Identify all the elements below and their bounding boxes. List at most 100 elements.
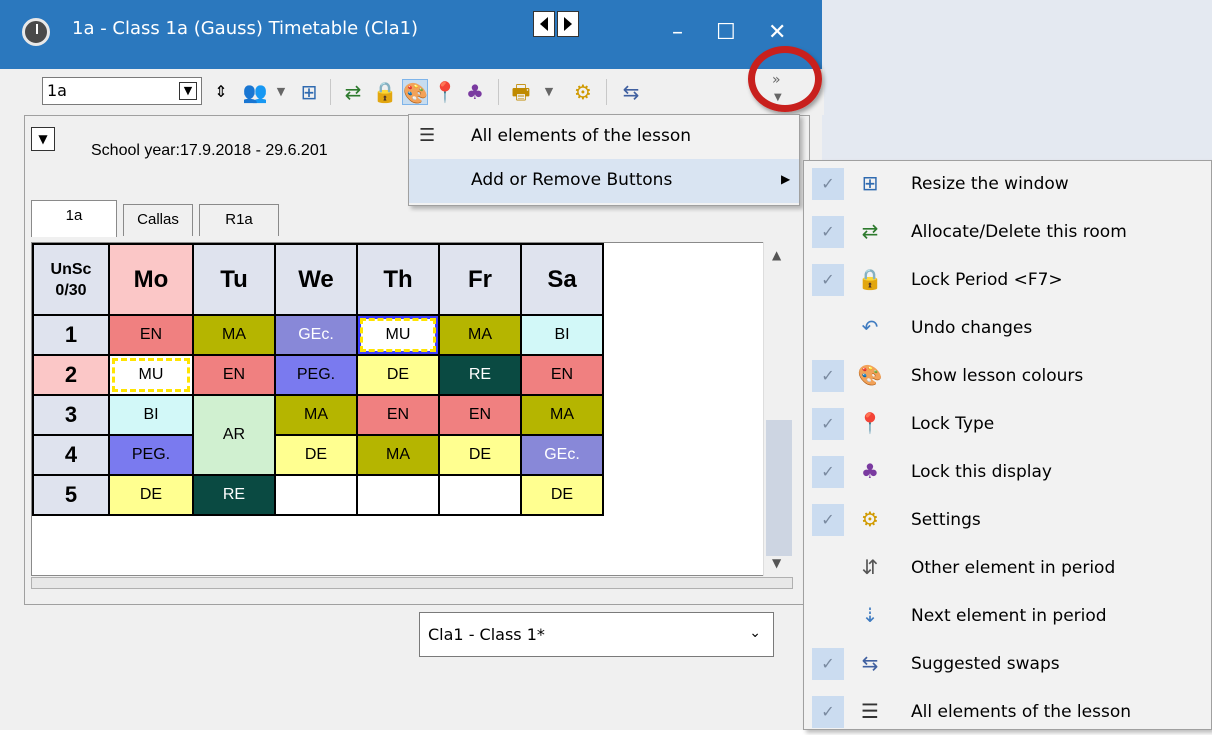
allocate-room-icon[interactable]: ⇄ [340, 79, 366, 105]
submenu-item-resize-the-window[interactable]: ✓ ⊞ Resize the window [804, 161, 1212, 207]
lesson-cell[interactable]: DE [108, 474, 194, 516]
lesson-cell[interactable]: EN [520, 354, 604, 396]
maximize-button[interactable]: ☐ [716, 22, 736, 44]
swap-icon[interactable]: ⇆ [618, 79, 644, 105]
checkmark-icon: ✓ [812, 408, 844, 440]
close-button[interactable]: ✕ [768, 22, 786, 44]
lesson-cell[interactable]: MA [438, 314, 522, 356]
submenu-item-show-lesson-colours[interactable]: ✓ 🎨 Show lesson colours [804, 353, 1212, 399]
lesson-cell[interactable]: EN [192, 354, 276, 396]
submenu-item-lock-period-f7[interactable]: ✓ 🔒 Lock Period <F7> [804, 257, 1212, 303]
palette-icon[interactable]: 🎨 [402, 79, 428, 105]
submenu-item-label: Resize the window [911, 174, 1069, 194]
lesson-cell[interactable]: BI [520, 314, 604, 356]
lesson-cell[interactable]: GEc. [520, 434, 604, 476]
lesson-cell[interactable]: MA [356, 434, 440, 476]
lock-display-icon: ♣ [861, 459, 879, 483]
lesson-cell[interactable]: MA [520, 394, 604, 436]
tab-1a[interactable]: 1a [31, 200, 117, 237]
padlock-icon[interactable]: 🔒 [372, 79, 398, 105]
add-remove-buttons-submenu: ✓ ⊞ Resize the window ✓ ⇄ Allocate/Delete thi… [803, 160, 1212, 730]
tab-r1a[interactable]: R1a [199, 204, 279, 236]
minimize-button[interactable]: – [672, 22, 683, 44]
element-selector-value: Cla1 - Class 1* [428, 625, 545, 644]
submenu-item-next-element-in-period[interactable]: ⇣ Next element in period [804, 593, 1212, 639]
submenu-item-lock-type[interactable]: ✓ 📍 Lock Type [804, 401, 1212, 447]
submenu-item-all-elements-of-the-lesson[interactable]: ✓ ☰ All elements of the lesson [804, 689, 1212, 735]
lesson-cell[interactable]: EN [356, 394, 440, 436]
window-titlebar[interactable]: 1a - Class 1a (Gauss) Timetable (Cla1) –… [0, 0, 822, 69]
lesson-cell[interactable]: DE [520, 474, 604, 516]
tab-callas[interactable]: Callas [123, 204, 193, 236]
lesson-cell[interactable]: PEG. [108, 434, 194, 476]
day-header-fr[interactable]: Fr [438, 243, 522, 316]
dropdown-arrow-icon[interactable]: ▼ [268, 79, 294, 105]
lesson-cell[interactable]: EN [108, 314, 194, 356]
grid-filler [603, 355, 761, 395]
lesson-cell[interactable]: AR [192, 394, 276, 476]
submenu-item-allocate-delete-this-room[interactable]: ✓ ⇄ Allocate/Delete this room [804, 209, 1212, 255]
submenu-item-label: Lock Type [911, 414, 995, 434]
day-header-sa[interactable]: Sa [520, 243, 604, 316]
lesson-cell[interactable]: DE [356, 354, 440, 396]
lesson-cell[interactable]: GEc. [274, 314, 358, 356]
lesson-cell[interactable]: PEG. [274, 354, 358, 396]
chevron-down-icon[interactable]: ⌄ [749, 625, 761, 641]
day-header-mo[interactable]: Mo [108, 243, 194, 316]
lesson-cell[interactable]: BI [108, 394, 194, 436]
gear-icon[interactable]: ⚙ [570, 79, 596, 105]
scroll-up-icon[interactable]: ▲ [772, 248, 781, 262]
submenu-item-settings[interactable]: ✓ ⚙ Settings [804, 497, 1212, 543]
next-element-button[interactable] [557, 11, 579, 37]
day-header-th[interactable]: Th [356, 243, 440, 316]
chevron-down-icon[interactable]: ▼ [179, 82, 197, 100]
print-icon[interactable]: 🖶 [508, 79, 534, 105]
lesson-cell[interactable]: RE [438, 354, 522, 396]
corner-label: UnSc [50, 260, 92, 278]
toolbar-separator [498, 79, 499, 105]
scrollbar-thumb[interactable] [766, 420, 792, 556]
lesson-cell-selected[interactable]: MU [108, 354, 194, 396]
lesson-cell[interactable]: DE [438, 434, 522, 476]
spinner-icon[interactable]: ⇕ [208, 79, 234, 105]
unscheduled-counter[interactable]: UnSc 0/30 [32, 243, 110, 316]
lesson-cell-empty[interactable] [438, 474, 522, 516]
checkmark-icon: ✓ [812, 456, 844, 488]
grid-filler [603, 395, 761, 435]
class-selector[interactable]: 1a ▼ [42, 77, 202, 105]
prev-element-button[interactable] [533, 11, 555, 37]
submenu-item-lock-this-display[interactable]: ✓ ♣ Lock this display [804, 449, 1212, 495]
lesson-cell[interactable]: EN [438, 394, 522, 436]
resize-window-icon[interactable]: ⊞ [296, 79, 322, 105]
day-header-tu[interactable]: Tu [192, 243, 276, 316]
lesson-cell[interactable]: MA [274, 394, 358, 436]
submenu-item-undo-changes[interactable]: ↶ Undo changes [804, 305, 1212, 351]
view-dropdown[interactable]: ▼ [31, 127, 55, 151]
submenu-item-label: Settings [911, 510, 981, 530]
people-icon[interactable]: 👥 [242, 79, 268, 105]
day-header-we[interactable]: We [274, 243, 358, 316]
dropdown-arrow-icon[interactable]: ▼ [536, 79, 562, 105]
lesson-cell[interactable]: RE [192, 474, 276, 516]
lock-display-icon[interactable]: ♣ [462, 79, 488, 105]
lesson-cell-selected[interactable]: MU [356, 314, 440, 356]
checkmark-icon: ✓ [812, 216, 844, 248]
toolbar-separator [330, 79, 331, 105]
lesson-cell[interactable]: DE [274, 434, 358, 476]
vertical-scrollbar[interactable]: ▲ ▼ [763, 242, 794, 576]
pushpin-icon[interactable]: 📍 [432, 79, 458, 105]
scroll-down-icon[interactable]: ▼ [772, 556, 781, 570]
undo-icon: ↶ [861, 315, 879, 339]
horizontal-scrollbar[interactable] [31, 577, 793, 589]
grid-filler [603, 435, 761, 475]
padlock-icon: 🔒 [857, 267, 883, 291]
lesson-cell-empty[interactable] [356, 474, 440, 516]
palette-icon: 🎨 [857, 363, 883, 387]
lesson-cell-empty[interactable] [274, 474, 358, 516]
submenu-item-other-element-in-period[interactable]: ⇵ Other element in period [804, 545, 1212, 591]
menu-item-add-remove-buttons[interactable]: Add or Remove Buttons ▶ [409, 159, 799, 203]
submenu-item-suggested-swaps[interactable]: ✓ ⇆ Suggested swaps [804, 641, 1212, 687]
lesson-cell[interactable]: MA [192, 314, 276, 356]
element-selector[interactable]: Cla1 - Class 1* ⌄ [419, 612, 774, 657]
menu-item-all-elements[interactable]: ☰ All elements of the lesson [409, 115, 799, 159]
